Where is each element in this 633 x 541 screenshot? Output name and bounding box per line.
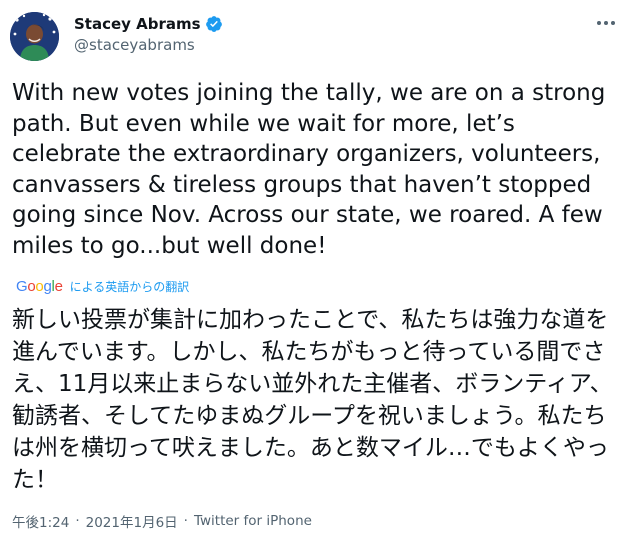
- more-options-button[interactable]: [595, 14, 617, 32]
- tweet-source[interactable]: Twitter for iPhone: [194, 513, 312, 529]
- translation-source-link[interactable]: による英語からの翻訳: [70, 278, 190, 295]
- author-handle[interactable]: @staceyabrams: [74, 36, 223, 54]
- more-options-icon: [597, 21, 615, 25]
- author-name-row: Stacey Abrams: [74, 13, 223, 35]
- translation-attribution: Google による英語からの翻訳: [16, 277, 189, 295]
- tweet-card: Stacey Abrams @staceyabrams With new vot…: [0, 0, 633, 541]
- meta-separator: ·: [75, 513, 80, 529]
- tweet-time[interactable]: 午後1:24: [12, 511, 69, 531]
- author-display-name[interactable]: Stacey Abrams: [74, 15, 201, 33]
- tweet-metadata: 午後1:24 · 2021年1月6日 · Twitter for iPhone: [12, 511, 312, 531]
- author-block: Stacey Abrams @staceyabrams: [74, 13, 223, 54]
- tweet-date[interactable]: 2021年1月6日: [86, 511, 178, 531]
- translated-text: 新しい投票が集計に加わったことで、私たちは強力な道を進んでいます。しかし、私たち…: [12, 307, 613, 493]
- verified-badge-icon: [205, 15, 223, 33]
- avatar[interactable]: [10, 12, 59, 61]
- google-logo: Google: [16, 277, 63, 295]
- avatar-photo: [10, 12, 59, 61]
- tweet-text: With new votes joining the tally, we are…: [12, 80, 606, 259]
- meta-separator: ·: [183, 513, 188, 529]
